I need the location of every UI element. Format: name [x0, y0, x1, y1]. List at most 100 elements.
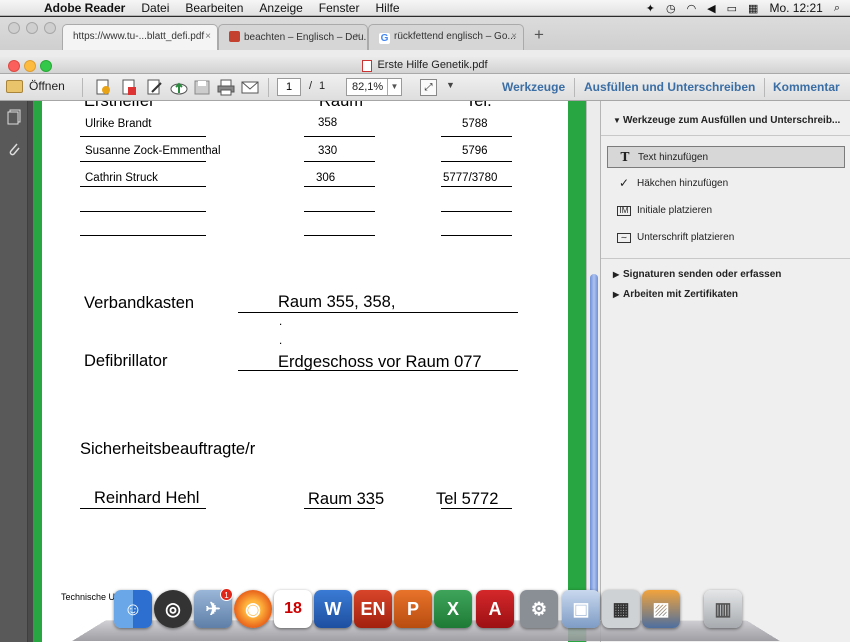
- zoom-select[interactable]: 82,1% ▼: [346, 78, 402, 96]
- fill-sign-tools-header[interactable]: ▼ Werkzeuge zum Ausfüllen und Unterschrei…: [613, 115, 840, 126]
- browser-close-icon[interactable]: [8, 22, 20, 34]
- google-favicon-icon: G: [379, 33, 390, 44]
- toolbar-more-chevron-icon[interactable]: ▼: [446, 80, 455, 90]
- menubar-clock[interactable]: Mo. 12:21: [769, 1, 822, 15]
- add-text-tool[interactable]: T Text hinzufügen: [607, 146, 845, 168]
- place-signature-tool[interactable]: ∼ Unterschrift platzieren: [607, 227, 845, 249]
- scrollbar-thumb[interactable]: [590, 274, 598, 604]
- email-icon[interactable]: [241, 79, 259, 96]
- tab-title: rückfettend englisch – Go...: [394, 31, 516, 42]
- dashboard-icon[interactable]: ◎: [154, 590, 192, 628]
- input-flag-icon[interactable]: ▦: [748, 2, 758, 15]
- fill-sign-tools-title: Werkzeuge zum Ausfüllen und Unterschreib…: [623, 115, 841, 126]
- tab-ausfuellen-unterschreiben[interactable]: Ausfüllen und Unterschreiben: [584, 80, 755, 94]
- upload-cloud-icon[interactable]: [170, 79, 188, 96]
- dropbox-icon[interactable]: ✦: [646, 2, 655, 15]
- attachments-paperclip-icon[interactable]: [7, 141, 21, 157]
- underline: [441, 161, 512, 162]
- screen: Adobe Reader Datei Bearbeiten Anzeige Fe…: [0, 0, 850, 642]
- browser-tab-pdf[interactable]: https://www.tu-...blatt_defi.pdf ×: [62, 24, 218, 50]
- window-minimize-icon[interactable]: [24, 60, 36, 72]
- tab-close-icon[interactable]: ×: [511, 31, 517, 42]
- helper-name: Cathrin Struck: [85, 172, 158, 184]
- wifi-icon[interactable]: ◠: [687, 2, 697, 15]
- window-title: Erste Hilfe Genetik.pdf: [377, 59, 488, 71]
- window-zoom-icon[interactable]: [40, 60, 52, 72]
- print-icon[interactable]: [217, 79, 235, 96]
- create-pdf-icon[interactable]: [94, 79, 112, 96]
- finder-icon[interactable]: ☺: [114, 590, 152, 628]
- document-viewport[interactable]: Ersthelfer Raum Tel. Ulrike Brandt 358 5…: [28, 101, 600, 642]
- add-checkmark-tool[interactable]: ✓ Häkchen hinzufügen: [607, 173, 845, 195]
- header-ersthelfer: Ersthelfer: [84, 101, 155, 110]
- empty-underline: [304, 235, 375, 236]
- word-icon[interactable]: W: [314, 590, 352, 628]
- trash-icon[interactable]: ▥: [704, 590, 742, 628]
- safety-officer-room: Raum 335: [308, 490, 385, 508]
- browser-minimize-icon[interactable]: [26, 22, 38, 34]
- checkmark-icon: ✓: [618, 176, 630, 190]
- browser-tab-beachten[interactable]: beachten – Englisch – Deu... ×: [218, 24, 368, 50]
- preview-icon[interactable]: ▣: [562, 590, 600, 628]
- open-button[interactable]: Öffnen: [6, 79, 65, 93]
- empty-underline: [304, 211, 375, 212]
- helper-room: 330: [318, 145, 338, 157]
- calendar-icon[interactable]: 18: [274, 590, 312, 628]
- toolbar-divider: [82, 78, 83, 97]
- browser-tabbar: https://www.tu-...blatt_defi.pdf × beach…: [0, 17, 850, 50]
- tool-label: Unterschrift platzieren: [637, 232, 735, 243]
- firefox-icon[interactable]: ◉: [234, 590, 272, 628]
- time-machine-icon[interactable]: ◷: [666, 2, 676, 15]
- document-scrollbar[interactable]: [586, 101, 600, 642]
- navigation-rail: [0, 101, 28, 642]
- reader-toolbar: Öffnen / 1 82,1% ▼ ⤢ ▼ Werkzeuge Ausfüll…: [0, 74, 850, 101]
- fit-page-icon[interactable]: ⤢: [420, 79, 437, 96]
- browser-tab-google[interactable]: Grückfettend englisch – Go... ×: [368, 24, 524, 50]
- underline: [80, 136, 206, 137]
- menu-fenster[interactable]: Fenster: [319, 1, 360, 15]
- tab-kommentar[interactable]: Kommentar: [773, 80, 840, 94]
- window-close-icon[interactable]: [8, 60, 20, 72]
- header-tel: Tel.: [466, 101, 492, 110]
- menu-hilfe[interactable]: Hilfe: [375, 1, 399, 15]
- export-pdf-icon[interactable]: [120, 79, 138, 96]
- zoom-value: 82,1%: [352, 81, 384, 93]
- verbandkasten-label: Verbandkasten: [84, 294, 195, 312]
- new-tab-icon[interactable]: +: [534, 25, 544, 45]
- pdf-file-icon: [362, 59, 373, 72]
- helper-name: Ulrike Brandt: [85, 118, 152, 130]
- tab-close-icon[interactable]: ×: [355, 31, 361, 42]
- volume-icon[interactable]: ◀: [707, 2, 715, 15]
- spotlight-icon[interactable]: ⌕: [834, 2, 840, 15]
- underline: [80, 508, 206, 509]
- dock: ☺ ◎ ✈ 1 ◉ 18 W EN P X A ⚙ ▣ ▦ ▨ ▥: [72, 588, 780, 642]
- save-icon[interactable]: [193, 79, 211, 96]
- defibrillator-label: Defibrillator: [84, 352, 168, 370]
- adobe-reader-icon[interactable]: A: [476, 590, 514, 628]
- initials-icon: IM: [617, 206, 631, 216]
- chevron-down-icon[interactable]: ▼: [387, 79, 401, 95]
- calculator-icon[interactable]: ▦: [602, 590, 640, 628]
- menu-datei[interactable]: Datei: [141, 1, 169, 15]
- browser-zoom-icon[interactable]: [44, 22, 56, 34]
- iphoto-icon[interactable]: ▨: [642, 590, 680, 628]
- defibrillator-underline: [238, 370, 518, 371]
- tab-close-icon[interactable]: ×: [205, 31, 211, 42]
- section-certificates[interactable]: ▶ Arbeiten mit Zertifikaten: [613, 289, 738, 300]
- pons-dictionary-icon[interactable]: EN: [354, 590, 392, 628]
- place-initials-tool[interactable]: IM Initiale platzieren: [607, 200, 845, 222]
- tab-werkzeuge[interactable]: Werkzeuge: [502, 80, 565, 94]
- tab-title: https://www.tu-...blatt_defi.pdf: [73, 31, 205, 42]
- page-number-input[interactable]: [277, 78, 301, 96]
- system-preferences-icon[interactable]: ⚙: [520, 590, 558, 628]
- excel-icon[interactable]: X: [434, 590, 472, 628]
- menubar-app-name[interactable]: Adobe Reader: [44, 1, 125, 15]
- page-thumbnails-icon[interactable]: [7, 109, 21, 125]
- menu-anzeige[interactable]: Anzeige: [259, 1, 302, 15]
- powerpoint-icon[interactable]: P: [394, 590, 432, 628]
- edit-pdf-icon[interactable]: [146, 79, 164, 96]
- section-signatures-send[interactable]: ▶ Signaturen senden oder erfassen: [613, 269, 781, 280]
- verbandkasten-value: Raum 355, 358,: [278, 293, 396, 311]
- menu-bearbeiten[interactable]: Bearbeiten: [185, 1, 243, 15]
- battery-icon[interactable]: ▭: [727, 2, 737, 15]
